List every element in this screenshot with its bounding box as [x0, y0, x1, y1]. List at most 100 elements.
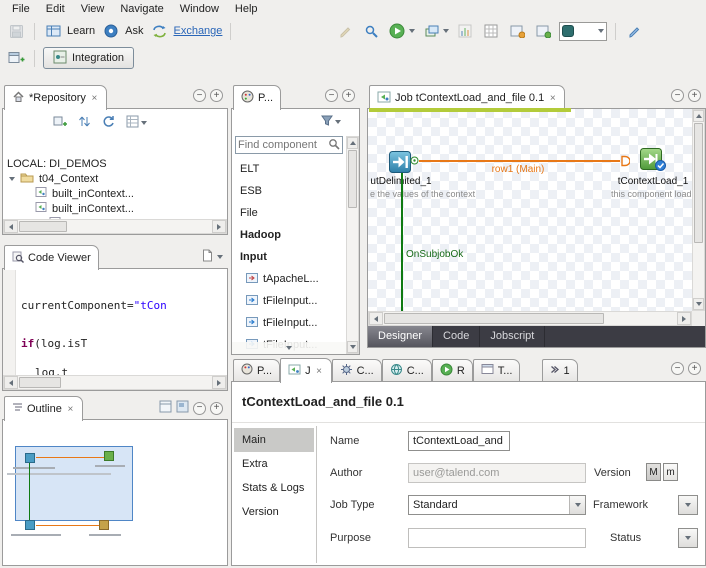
canvas-hscrollbar[interactable]: [368, 311, 692, 326]
minimize-icon[interactable]: −: [193, 402, 206, 415]
scroll-right-icon[interactable]: [212, 376, 226, 389]
palette-category-input[interactable]: Input: [232, 246, 345, 268]
scroll-down-icon[interactable]: [693, 298, 704, 310]
tab-palette[interactable]: P...: [233, 85, 281, 110]
tab-repository[interactable]: *Repository ×: [4, 85, 107, 110]
palette-category-esb[interactable]: ESB: [232, 180, 345, 202]
palette-component[interactable]: tFileInput...: [232, 290, 345, 312]
exchange-link[interactable]: Exchange: [149, 21, 222, 41]
palette-component[interactable]: tApacheL...: [232, 268, 345, 290]
learn-link[interactable]: Learn: [43, 21, 95, 41]
component-tfileinputdelimited[interactable]: [389, 151, 411, 176]
maximize-icon[interactable]: +: [210, 89, 223, 102]
edit-blue-pencil-icon[interactable]: [624, 21, 644, 41]
layers-dropdown-icon[interactable]: [443, 29, 449, 33]
run-job-button[interactable]: [387, 21, 415, 41]
close-icon[interactable]: ×: [90, 94, 99, 103]
tab-designer[interactable]: Designer: [368, 326, 433, 347]
perspective-integration-button[interactable]: Integration: [43, 47, 134, 69]
nav-extra[interactable]: Extra: [234, 452, 314, 476]
row-connection[interactable]: [419, 160, 620, 162]
sort-icon[interactable]: [78, 115, 91, 131]
open-perspective-icon[interactable]: [6, 48, 26, 68]
job-type-select[interactable]: Standard: [408, 495, 586, 515]
scroll-right-icon[interactable]: [677, 312, 691, 325]
component1-label[interactable]: utDelimited_1: [367, 176, 446, 187]
tree-item-root[interactable]: LOCAL: DI_DEMOS: [7, 156, 107, 171]
tree-item-job[interactable]: built_inContext...: [35, 186, 134, 201]
scroll-right-icon[interactable]: [212, 220, 226, 233]
onsubjobok-trigger-line[interactable]: [401, 173, 403, 313]
maximize-icon[interactable]: +: [688, 362, 701, 375]
layers-button[interactable]: [421, 21, 449, 41]
tab-contexts[interactable]: C...: [382, 359, 432, 382]
job-canvas[interactable]: row1 (Main) utDelimited_1 e the values o…: [367, 108, 706, 348]
name-input[interactable]: [408, 431, 510, 451]
tab-outline[interactable]: Outline ×: [4, 396, 83, 421]
onsubjobok-label[interactable]: OnSubjobOk: [406, 249, 463, 260]
output-connector-icon[interactable]: [410, 156, 419, 168]
tab-palette-bottom[interactable]: P...: [233, 359, 280, 382]
code-viewer-hscrollbar[interactable]: [3, 375, 227, 390]
ask-link[interactable]: Ask: [101, 21, 143, 41]
tab-component[interactable]: C...: [332, 359, 382, 382]
edit-pencil-icon[interactable]: [335, 21, 355, 41]
palette-filter-button[interactable]: [321, 115, 341, 129]
grid-icon[interactable]: [481, 21, 501, 41]
expander-icon[interactable]: [9, 177, 15, 181]
row-endpoint-icon[interactable]: [620, 155, 630, 170]
tab-overflow[interactable]: 1: [542, 359, 577, 382]
filter-settings-button[interactable]: [126, 115, 147, 131]
menu-edit[interactable]: Edit: [38, 2, 73, 16]
scrollbar-thumb[interactable]: [348, 150, 357, 208]
purpose-input[interactable]: [408, 528, 586, 548]
document-icon[interactable]: [202, 249, 213, 265]
component2-label[interactable]: tContextLoad_1: [613, 176, 693, 187]
minimize-icon[interactable]: −: [193, 89, 206, 102]
menu-view[interactable]: View: [73, 2, 113, 16]
maximize-icon[interactable]: +: [688, 89, 701, 102]
menu-help[interactable]: Help: [227, 2, 266, 16]
close-icon[interactable]: ×: [66, 405, 75, 414]
minimize-icon[interactable]: −: [671, 362, 684, 375]
palette-vscrollbar[interactable]: [346, 136, 359, 354]
repository-hscrollbar[interactable]: [3, 219, 227, 234]
tab-code[interactable]: Code: [433, 326, 480, 347]
menu-window[interactable]: Window: [172, 2, 227, 16]
close-icon[interactable]: ×: [548, 94, 557, 103]
tab-job-properties[interactable]: J ×: [280, 358, 332, 383]
palette-category-elt[interactable]: ELT: [232, 158, 345, 180]
outline-mode-icon[interactable]: [159, 400, 172, 416]
scroll-up-icon[interactable]: [347, 137, 358, 149]
palette-component[interactable]: tFileInput...: [232, 312, 345, 334]
scrollbar-thumb[interactable]: [19, 221, 67, 232]
dropdown-icon[interactable]: [679, 529, 697, 547]
scrollbar-thumb[interactable]: [384, 313, 604, 324]
scrollbar-thumb[interactable]: [694, 123, 703, 243]
close-icon[interactable]: ×: [315, 367, 324, 376]
version-minor-button[interactable]: m: [663, 463, 678, 481]
menu-file[interactable]: File: [4, 2, 38, 16]
scroll-up-icon[interactable]: [693, 110, 704, 122]
scrollbar-thumb[interactable]: [19, 377, 61, 388]
version-major-button[interactable]: M: [646, 463, 661, 481]
palette-search[interactable]: [235, 136, 343, 154]
canvas-vscrollbar[interactable]: [692, 109, 705, 311]
refresh-icon[interactable]: [102, 115, 115, 131]
chart-icon[interactable]: [455, 21, 475, 41]
status-select[interactable]: [678, 528, 698, 548]
tab-run[interactable]: R: [432, 359, 473, 382]
scroll-left-icon[interactable]: [369, 312, 383, 325]
palette-category-file[interactable]: File: [232, 202, 345, 224]
menu-navigate[interactable]: Navigate: [112, 2, 171, 16]
scroll-left-icon[interactable]: [4, 376, 18, 389]
tab-jobscript[interactable]: Jobscript: [480, 326, 545, 347]
tab-code-viewer[interactable]: Code Viewer: [4, 245, 99, 270]
save-icon[interactable]: [6, 21, 26, 41]
window-star-green-icon[interactable]: [533, 21, 553, 41]
window-star-orange-icon[interactable]: [507, 21, 527, 41]
tree-item-job[interactable]: built_inContext...: [35, 201, 134, 216]
new-item-icon[interactable]: [53, 115, 67, 131]
view-menu-icon[interactable]: [217, 255, 223, 259]
minimize-icon[interactable]: −: [671, 89, 684, 102]
